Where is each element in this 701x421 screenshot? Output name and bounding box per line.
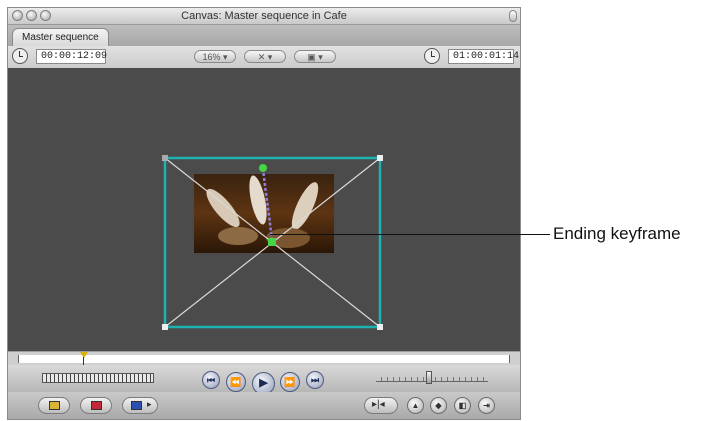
ending-keyframe-callout: Ending keyframe — [553, 224, 681, 243]
chevron-right-icon: ▸ — [147, 399, 152, 409]
play-around-current-button[interactable]: ⏩ — [280, 372, 300, 392]
next-edit-button[interactable]: ⏭ — [306, 371, 324, 389]
shuttle-control[interactable] — [376, 374, 488, 382]
chevron-down-icon: ▾ — [223, 52, 228, 62]
insert-edit-button[interactable] — [38, 397, 70, 414]
timecode-duration-icon — [12, 48, 28, 64]
minimize-button[interactable] — [26, 10, 37, 21]
motion-path-overlay — [162, 155, 383, 330]
overwrite-edit-button[interactable] — [80, 397, 112, 414]
chevron-down-icon: ▾ — [267, 52, 273, 62]
tab-master-sequence[interactable]: Master sequence — [12, 28, 109, 47]
match-frame-button[interactable]: ◧ — [454, 397, 471, 414]
tab-strip: Master sequence — [8, 25, 520, 47]
playhead-icon[interactable] — [80, 352, 88, 358]
corner-handle — [377, 155, 383, 161]
zoom-button[interactable] — [40, 10, 51, 21]
canvas-window: Canvas: Master sequence in Cafe Master s… — [7, 7, 521, 420]
view-popup[interactable]: ✕ ▾ — [244, 50, 286, 63]
edit-buttons-row: ▸ ▸|◂ ▲ ◆ ◧ ⇥ — [8, 392, 520, 419]
corner-handle — [162, 155, 168, 161]
window-title: Canvas: Master sequence in Cafe — [181, 10, 347, 22]
add-keyframe-button[interactable]: ◆ — [430, 397, 447, 414]
previous-edit-button[interactable]: ⏮ — [202, 371, 220, 389]
add-marker-button[interactable]: ▲ — [407, 397, 424, 414]
overlay-popup[interactable]: ▣ ▾ — [294, 50, 336, 63]
zoom-popup[interactable]: 16% ▾ — [194, 50, 236, 63]
replace-edit-button[interactable]: ▸ — [122, 397, 158, 414]
canvas-toolbar: 00:00:12:09 16% ▾ ✕ ▾ ▣ ▾ 01:00:01:14 — [8, 46, 520, 69]
scrubber-track[interactable] — [18, 355, 510, 363]
overlay-icon: ▣ — [307, 52, 316, 62]
insert-icon — [49, 401, 60, 410]
replace-icon — [131, 401, 142, 410]
canvas-viewport[interactable] — [8, 68, 520, 351]
overwrite-icon — [91, 401, 102, 410]
play-in-to-out-button[interactable]: ⏪ — [226, 372, 246, 392]
show-match-button[interactable]: ⇥ — [478, 397, 495, 414]
duration-timecode-field[interactable]: 01:00:01:14 — [448, 49, 519, 64]
corner-handle — [377, 324, 383, 330]
view-mode-icon: ✕ — [257, 52, 266, 62]
chevron-down-icon: ▾ — [318, 52, 323, 62]
scrubber-bar[interactable] — [8, 351, 520, 366]
starting-keyframe-point — [259, 164, 267, 172]
corner-handle — [162, 324, 168, 330]
mark-in-out-button[interactable]: ▸|◂ — [364, 397, 398, 414]
mark-in-out-icon: ▸|◂ — [372, 399, 385, 410]
transport-controls: ⏮ ⏪ ▶ ⏩ ⏭ — [8, 365, 520, 395]
timecode-location-icon — [424, 48, 440, 64]
current-timecode-field[interactable]: 00:00:12:09 — [36, 49, 107, 64]
shuttle-knob[interactable] — [426, 371, 432, 384]
close-button[interactable] — [12, 10, 23, 21]
zoom-label: 16% — [202, 52, 221, 62]
ending-keyframe-point — [268, 238, 276, 246]
title-bar[interactable]: Canvas: Master sequence in Cafe — [8, 8, 520, 25]
jog-control[interactable] — [42, 373, 154, 383]
toolbar-toggle-button[interactable] — [509, 10, 517, 22]
callout-line — [270, 234, 550, 235]
